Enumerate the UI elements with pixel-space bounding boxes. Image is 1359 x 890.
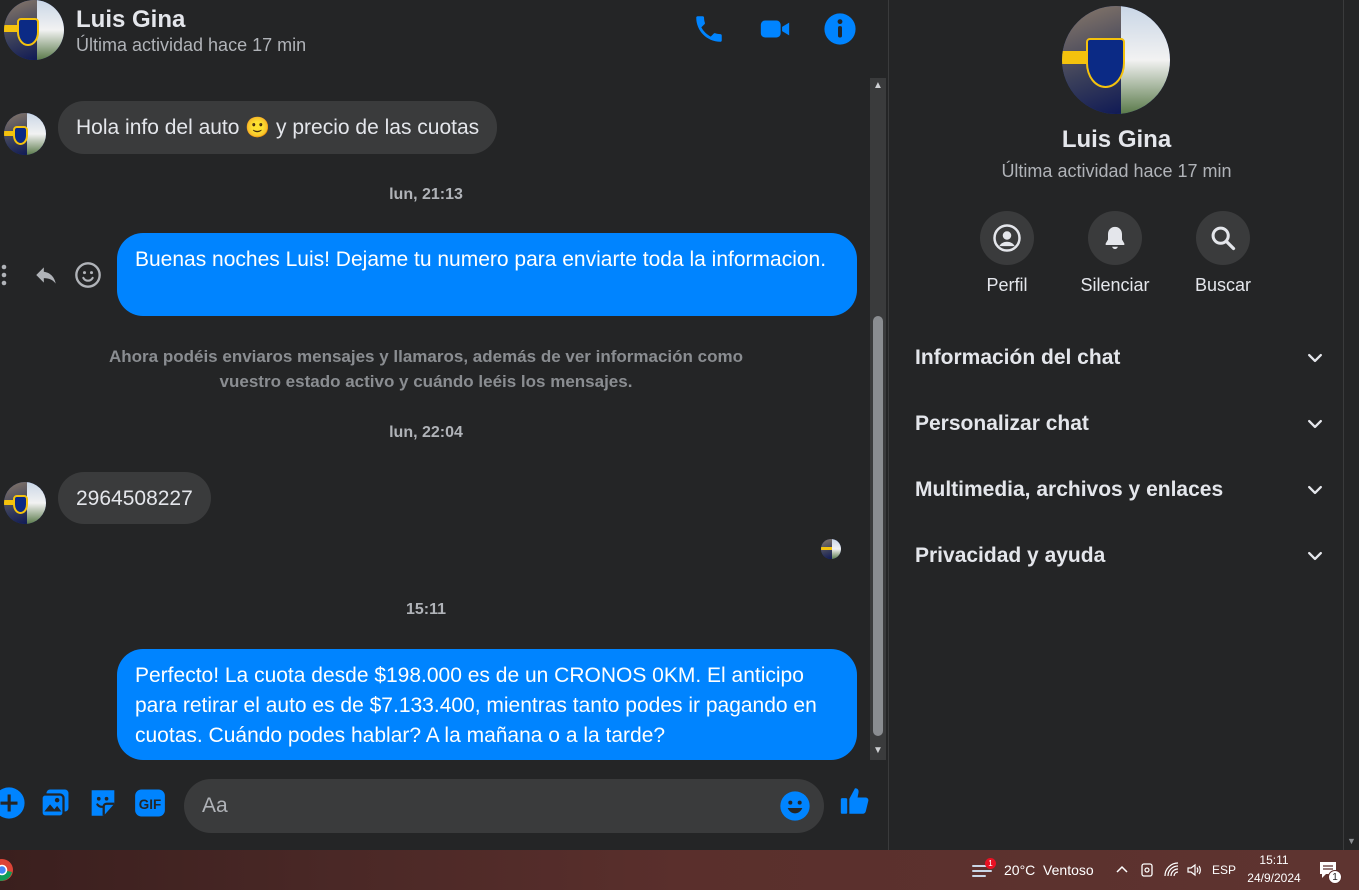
emoji-picker-icon[interactable] xyxy=(779,790,811,822)
message-text: Hola info del auto xyxy=(76,116,246,139)
language-indicator[interactable]: ESP xyxy=(1210,863,1238,877)
outgoing-message[interactable]: Buenas noches Luis! Dejame tu numero par… xyxy=(117,233,857,316)
info-icon[interactable] xyxy=(823,12,857,46)
clock-date[interactable]: 24/9/2024 xyxy=(1244,871,1304,885)
message-timestamp: lun, 22:04 xyxy=(389,424,463,441)
message-avatar[interactable] xyxy=(4,482,46,524)
thumbs-up-icon[interactable] xyxy=(838,784,872,818)
section-privacy-help[interactable]: Privacidad y ayuda xyxy=(915,538,1325,578)
message-input-wrapper xyxy=(184,779,824,833)
contact-status: Última actividad hace 17 min xyxy=(76,35,307,55)
message-text: y precio de las cuotas xyxy=(270,116,480,139)
section-chat-info[interactable]: Información del chat xyxy=(915,340,1325,380)
phone-icon[interactable] xyxy=(692,12,726,46)
section-label: Multimedia, archivos y enlaces xyxy=(915,478,1224,501)
scroll-down-arrow-icon[interactable]: ▼ xyxy=(1347,836,1356,846)
chevron-down-icon xyxy=(1308,485,1322,495)
chevron-down-icon xyxy=(1308,551,1322,561)
message-avatar[interactable] xyxy=(4,113,46,155)
clock-time[interactable]: 15:11 xyxy=(1244,853,1304,867)
video-camera-icon[interactable] xyxy=(758,12,792,46)
panel-contact-status: Última actividad hace 17 min xyxy=(1001,161,1232,181)
volume-icon[interactable] xyxy=(1186,862,1202,878)
search-icon xyxy=(1211,226,1236,251)
add-plus-icon[interactable] xyxy=(0,786,26,820)
profile-label: Perfil xyxy=(986,275,1028,295)
svg-text:GIF: GIF xyxy=(139,797,161,812)
scroll-up-arrow-icon[interactable]: ▲ xyxy=(873,81,883,91)
gif-icon[interactable]: GIF xyxy=(133,786,167,820)
chevron-down-icon xyxy=(1308,353,1322,363)
search-label: Buscar xyxy=(1194,275,1252,295)
section-label: Privacidad y ayuda xyxy=(915,544,1106,567)
message-composer: GIF xyxy=(0,770,888,842)
mute-label: Silenciar xyxy=(1080,275,1150,295)
profile-icon xyxy=(993,224,1021,252)
bell-icon xyxy=(1105,226,1125,250)
chat-notice: Ahora podéis enviaros mensajes y llamaro… xyxy=(109,347,743,391)
contact-name[interactable]: Luis Gina xyxy=(76,6,185,34)
chrome-app-icon[interactable] xyxy=(0,858,14,882)
scroll-thumb[interactable] xyxy=(873,316,883,736)
windows-taskbar: 1 20°C Ventoso ESP 15:11 24/9/2024 1 xyxy=(0,850,1359,890)
photo-gallery-icon[interactable] xyxy=(38,786,72,820)
section-media-files-links[interactable]: Multimedia, archivos y enlaces xyxy=(915,472,1325,512)
reply-icon[interactable] xyxy=(32,262,60,288)
message-input[interactable] xyxy=(202,791,762,821)
message-timestamp: 15:11 xyxy=(405,601,447,618)
weather-alert-badge: 1 xyxy=(985,858,996,869)
wifi-icon[interactable] xyxy=(1164,862,1180,878)
profile-button[interactable]: Perfil xyxy=(962,211,1052,296)
section-customize-chat[interactable]: Personalizar chat xyxy=(915,406,1325,446)
read-receipt-avatar xyxy=(821,539,841,559)
notification-count-badge: 1 xyxy=(1328,870,1342,884)
chevron-up-icon[interactable] xyxy=(1115,863,1129,875)
messenger-window: Luis Gina Última actividad hace 17 min ▲… xyxy=(0,0,1359,890)
more-options-icon[interactable] xyxy=(0,262,8,288)
chat-pane: Luis Gina Última actividad hace 17 min ▲… xyxy=(0,0,888,850)
message-timestamp: lun, 21:13 xyxy=(389,186,463,203)
panel-contact-name: Luis Gina xyxy=(1061,126,1172,153)
meet-now-icon[interactable] xyxy=(1140,862,1154,878)
react-emoji-icon[interactable] xyxy=(74,261,102,289)
mute-button[interactable]: Silenciar xyxy=(1070,211,1160,296)
search-button[interactable]: Buscar xyxy=(1178,211,1268,296)
section-label: Información del chat xyxy=(915,346,1121,369)
scroll-down-arrow-icon[interactable]: ▼ xyxy=(873,746,883,756)
panel-avatar[interactable] xyxy=(1062,6,1170,114)
chat-header: Luis Gina Última actividad hace 17 min xyxy=(0,0,888,62)
message-actions xyxy=(0,258,110,292)
sticker-icon[interactable] xyxy=(86,786,120,820)
contact-avatar[interactable] xyxy=(4,0,64,60)
incoming-message[interactable]: Hola info del auto 🙂 y precio de las cuo… xyxy=(58,101,498,154)
chat-scrollbar[interactable]: ▲ ▼ xyxy=(870,78,886,760)
incoming-message[interactable]: 2964508227 xyxy=(58,472,211,524)
weather-text[interactable]: 20°C Ventoso xyxy=(1004,862,1094,878)
chat-details-panel: Luis Gina Última actividad hace 17 min P… xyxy=(888,0,1343,850)
page-scrollbar[interactable]: ▼ xyxy=(1343,0,1359,850)
outgoing-message[interactable]: Perfecto! La cuota desde $198.000 es de … xyxy=(117,649,857,760)
chevron-down-icon xyxy=(1308,419,1322,429)
smile-emoji-icon: 🙂 xyxy=(245,117,271,139)
section-label: Personalizar chat xyxy=(915,412,1089,435)
